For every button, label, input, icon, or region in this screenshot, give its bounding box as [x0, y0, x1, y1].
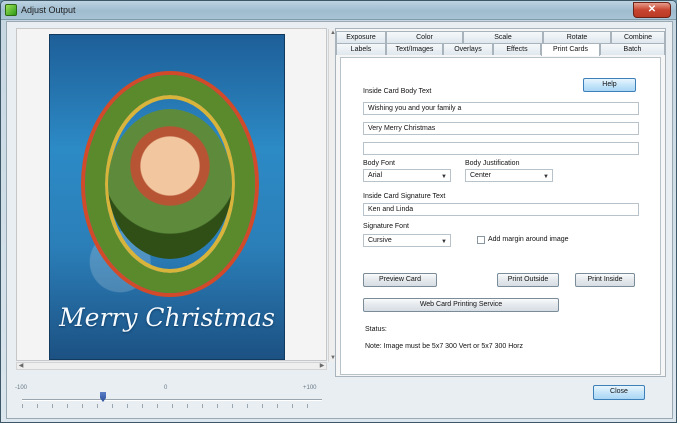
- tabs-row-2: Labels Text/Images Overlays Effects Prin…: [336, 43, 667, 56]
- tab-combine[interactable]: Combine: [611, 31, 665, 43]
- tab-exposure[interactable]: Exposure: [336, 31, 386, 43]
- preview-card-button[interactable]: Preview Card: [363, 273, 437, 287]
- scroll-left-icon[interactable]: ◀: [17, 363, 25, 369]
- body-justification-select[interactable]: Center ▼: [465, 169, 553, 182]
- web-card-printing-service-button[interactable]: Web Card Printing Service: [363, 298, 559, 312]
- app-icon: [5, 4, 17, 16]
- card-greeting-text: Merry Christmas: [59, 303, 275, 332]
- tab-text-images[interactable]: Text/Images: [386, 43, 443, 55]
- body-text-line-3[interactable]: [363, 142, 639, 155]
- tab-color[interactable]: Color: [386, 31, 463, 43]
- status-label: Status:: [365, 326, 387, 333]
- tab-rotate[interactable]: Rotate: [543, 31, 611, 43]
- close-button[interactable]: Close: [593, 385, 645, 400]
- chevron-down-icon: ▼: [543, 174, 549, 180]
- body-font-value: Arial: [368, 172, 383, 179]
- slider-mid-label: 0: [164, 385, 168, 391]
- body-justification-label: Body Justification: [465, 160, 520, 167]
- settings-panel: Exposure Color Scale Rotate Combine Labe…: [335, 28, 666, 377]
- signature-text-label: Inside Card Signature Text: [363, 193, 446, 200]
- tab-labels[interactable]: Labels: [336, 43, 386, 55]
- chevron-down-icon: ▼: [441, 239, 447, 245]
- tab-scale[interactable]: Scale: [463, 31, 543, 43]
- margin-checkbox[interactable]: [477, 236, 485, 244]
- slider-ticks: [22, 404, 322, 408]
- slider-max-label: +100: [303, 385, 317, 391]
- tabs-row-1: Exposure Color Scale Rotate Combine: [336, 31, 667, 43]
- signature-font-select[interactable]: Cursive ▼: [363, 234, 451, 247]
- chevron-down-icon: ▼: [441, 174, 447, 180]
- tab-effects[interactable]: Effects: [493, 43, 541, 55]
- preview-horizontal-scrollbar[interactable]: ◀ ▶: [16, 362, 327, 370]
- child-portrait: [108, 109, 232, 259]
- body-font-select[interactable]: Arial ▼: [363, 169, 451, 182]
- window-close-button[interactable]: ✕: [633, 2, 671, 18]
- body-text-line-2[interactable]: Very Merry Christmas: [363, 122, 639, 135]
- body-text-label: Inside Card Body Text: [363, 88, 432, 95]
- window-client: Merry Christmas ▲ ▼ ◀ ▶ -100 0 +100 Expo…: [6, 21, 673, 419]
- print-cards-tab-content: Help Inside Card Body Text Wishing you a…: [340, 57, 661, 375]
- window-title: Adjust Output: [21, 5, 76, 15]
- preview-pane: Merry Christmas ▲ ▼: [16, 28, 336, 362]
- tab-print-cards[interactable]: Print Cards: [541, 43, 600, 56]
- scroll-right-icon[interactable]: ▶: [318, 363, 326, 369]
- tab-batch[interactable]: Batch: [600, 43, 665, 55]
- tab-overlays[interactable]: Overlays: [443, 43, 493, 55]
- adjust-slider-track[interactable]: [22, 399, 322, 401]
- body-justification-value: Center: [470, 172, 492, 179]
- signature-font-label: Signature Font: [363, 223, 409, 230]
- signature-text-field[interactable]: Ken and Linda: [363, 203, 639, 216]
- card-preview-image: Merry Christmas: [49, 34, 285, 360]
- help-button[interactable]: Help: [583, 78, 636, 92]
- print-outside-button[interactable]: Print Outside: [497, 273, 559, 287]
- note-text: Note: Image must be 5x7 300 Vert or 5x7 …: [365, 343, 523, 350]
- body-text-line-1[interactable]: Wishing you and your family a: [363, 102, 639, 115]
- margin-checkbox-label: Add margin around image: [488, 236, 569, 243]
- title-bar[interactable]: Adjust Output ✕: [1, 1, 676, 20]
- signature-font-value: Cursive: [368, 237, 392, 244]
- adjust-output-window: Adjust Output ✕ Merry Christmas ▲ ▼ ◀ ▶ …: [0, 0, 677, 423]
- print-inside-button[interactable]: Print Inside: [575, 273, 635, 287]
- body-font-label: Body Font: [363, 160, 395, 167]
- slider-min-label: -100: [15, 385, 28, 391]
